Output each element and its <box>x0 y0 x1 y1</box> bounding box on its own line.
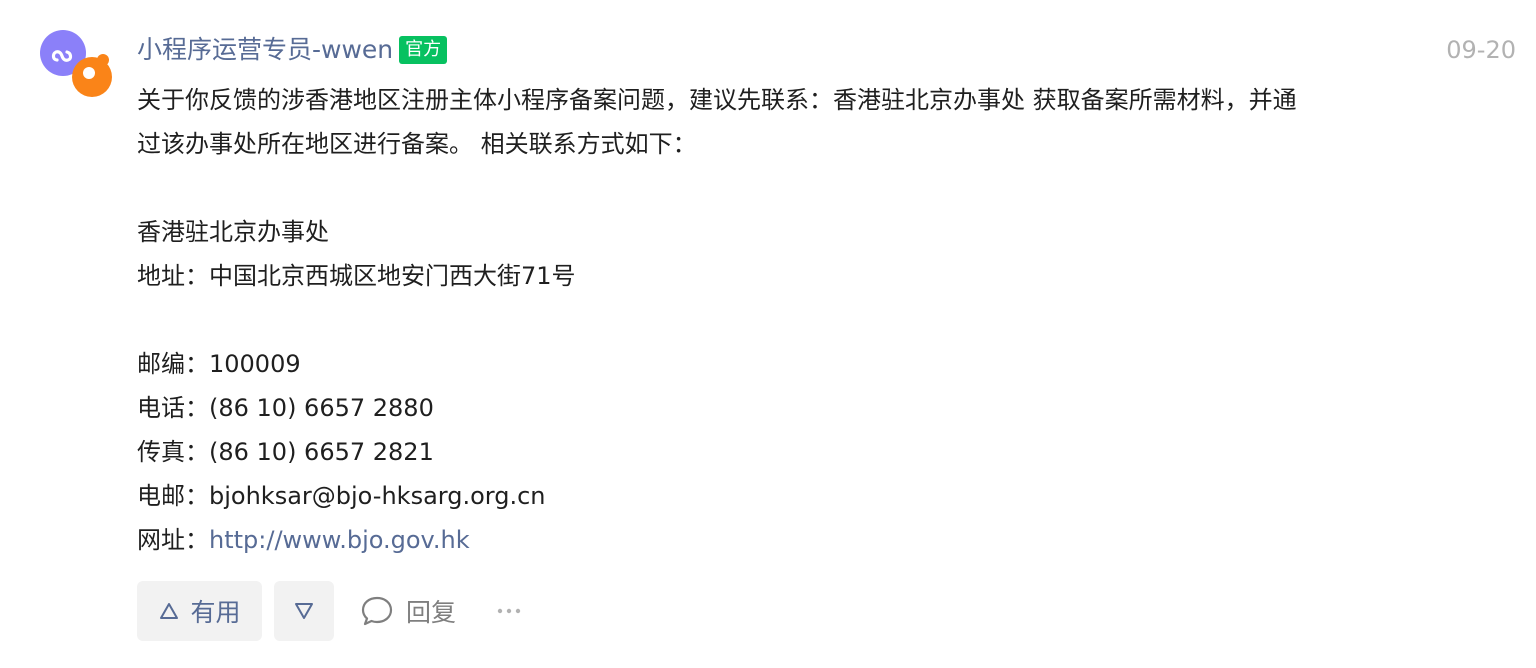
author-name[interactable]: 小程序运营专员-wwen <box>137 32 393 68</box>
office-phone: 电话：(86 10) 6657 2880 <box>137 394 434 422</box>
triangle-down-icon <box>295 603 313 619</box>
useful-button[interactable]: 有用 <box>137 581 262 641</box>
avatar[interactable] <box>40 30 112 100</box>
office-name: 香港驻北京办事处 <box>137 218 329 246</box>
post-body: 关于你反馈的涉香港地区注册主体小程序备案问题，建议先联系：香港驻北京办事处 获取… <box>137 78 1512 562</box>
website-link[interactable]: http://www.bjo.gov.hk <box>209 526 470 554</box>
body-line: 过该办事处所在地区进行备案。 相关联系方式如下： <box>137 130 697 158</box>
office-postcode: 邮编：100009 <box>137 350 301 378</box>
reply-button[interactable]: 回复 <box>360 593 456 629</box>
body-blank-line <box>137 166 1512 210</box>
useful-label: 有用 <box>190 598 241 627</box>
office-address: 地址：中国北京西城区地安门西大街71号 <box>137 262 576 290</box>
action-bar: 有用 回复 <box>137 581 522 641</box>
triangle-up-icon <box>160 603 179 619</box>
more-button[interactable] <box>496 581 522 641</box>
post-header: 小程序运营专员-wwen 官方 <box>137 32 448 68</box>
office-fax: 传真：(86 10) 6657 2821 <box>137 438 434 466</box>
body-line: 关于你反馈的涉香港地区注册主体小程序备案问题，建议先联系：香港驻北京办事处 获取… <box>137 86 1297 114</box>
reply-label: 回复 <box>406 598 457 627</box>
comment-bubble-icon <box>361 596 393 626</box>
more-dots-icon <box>497 608 521 614</box>
not-useful-button[interactable] <box>274 581 334 641</box>
mini-program-logo-icon <box>40 30 112 97</box>
post-date: 09-20 <box>1446 36 1516 64</box>
office-website: 网址：http://www.bjo.gov.hk <box>137 518 1512 562</box>
website-label: 网址： <box>137 526 209 554</box>
official-badge: 官方 <box>399 36 448 64</box>
office-email: 电邮：bjohksar@bjo-hksarg.org.cn <box>137 482 546 510</box>
body-blank-line <box>137 298 1512 342</box>
